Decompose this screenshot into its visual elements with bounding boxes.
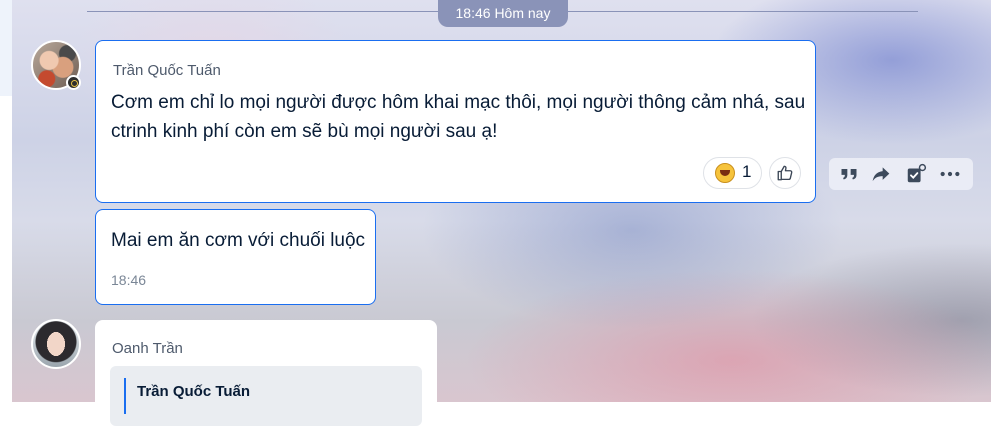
message-text-line-1: Cơm em chỉ lo mọi người được hôm khai mạ… (111, 92, 806, 113)
message-bubble[interactable]: Oanh Trần Trần Quốc Tuấn (95, 320, 437, 426)
reaction-chip[interactable]: 1 (703, 157, 762, 189)
message-bubble[interactable]: Trần Quốc Tuấn Cơm em chỉ lo mọi người đ… (95, 40, 816, 203)
message-bubble[interactable]: Mai em ăn cơm với chuối luộc 18:46 (95, 209, 376, 305)
message-text-line-2: ctrinh kinh phí còn em sẽ bù mọi người s… (111, 121, 498, 142)
quote-accent-bar (124, 378, 126, 414)
user-badge-icon (66, 75, 81, 90)
forward-icon (872, 167, 890, 182)
left-panel-highlight (0, 0, 12, 96)
more-icon (940, 171, 960, 177)
date-divider-line-right (568, 11, 918, 12)
date-divider-line-left (87, 11, 438, 12)
quoted-message[interactable]: Trần Quốc Tuấn (110, 366, 422, 426)
message-text: Mai em ăn cơm với chuối luộc (111, 230, 366, 251)
quoted-sender-name: Trần Quốc Tuấn (137, 383, 251, 400)
add-task-icon (907, 163, 927, 183)
left-panel-edge (0, 0, 12, 402)
date-divider-label: 18:46 Hôm nay (438, 0, 568, 27)
thumbs-up-icon (777, 165, 793, 181)
like-button[interactable] (769, 157, 801, 189)
message-time: 18:46 (111, 272, 147, 288)
sender-name[interactable]: Trần Quốc Tuấn (113, 62, 221, 79)
message-action-bar (829, 158, 973, 190)
laughing-face-icon (715, 163, 735, 183)
forward-button[interactable] (869, 162, 893, 186)
avatar-oanh-tran[interactable] (31, 319, 81, 369)
sender-name[interactable]: Oanh Trần (112, 340, 183, 357)
quote-button[interactable] (837, 162, 861, 186)
quote-icon (841, 169, 857, 180)
add-task-button[interactable] (904, 162, 928, 186)
reaction-count: 1 (742, 162, 752, 181)
more-button[interactable] (938, 162, 962, 186)
